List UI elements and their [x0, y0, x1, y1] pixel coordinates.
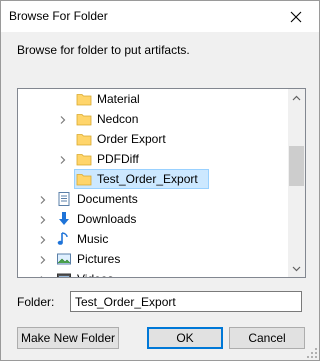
- pictures-icon: [56, 251, 72, 267]
- tree-item[interactable]: PDFDiff: [18, 149, 288, 169]
- tree-item-label: Music: [77, 232, 109, 246]
- resize-grip-icon[interactable]: [307, 348, 317, 358]
- tree-item[interactable]: Downloads: [18, 209, 288, 229]
- title-bar[interactable]: Browse For Folder: [1, 1, 319, 32]
- chevron-right-icon[interactable]: [38, 194, 48, 204]
- folder-icon: [76, 111, 92, 127]
- window-title: Browse For Folder: [9, 9, 108, 23]
- scroll-down-button[interactable]: [288, 260, 305, 277]
- chevron-right-icon[interactable]: [38, 274, 48, 277]
- tree-item[interactable]: Order Export: [18, 129, 288, 149]
- tree-item[interactable]: Pictures: [18, 249, 288, 269]
- chevron-right-icon[interactable]: [38, 214, 48, 224]
- folder-icon: [76, 171, 92, 187]
- tree-item-label: Pictures: [77, 252, 121, 266]
- videos-icon: [56, 271, 72, 277]
- browse-folder-dialog: Browse For Folder Browse for folder to p…: [0, 0, 320, 361]
- tree-item[interactable]: Test_Order_Export: [18, 169, 288, 189]
- make-new-folder-button[interactable]: Make New Folder: [17, 327, 119, 349]
- chevron-right-icon[interactable]: [58, 154, 68, 164]
- folder-label: Folder:: [17, 295, 55, 309]
- tree-item[interactable]: Nedcon: [18, 109, 288, 129]
- tree-item-label: Videos: [77, 272, 113, 277]
- chevron-right-icon[interactable]: [38, 254, 48, 264]
- vertical-scrollbar[interactable]: [288, 89, 305, 277]
- close-icon: [290, 11, 302, 22]
- documents-icon: [56, 191, 72, 207]
- folder-icon: [76, 131, 92, 147]
- folder-name-input[interactable]: [70, 291, 302, 312]
- cancel-button[interactable]: Cancel: [229, 327, 305, 349]
- close-button[interactable]: [273, 1, 319, 32]
- downloads-icon: [56, 211, 72, 227]
- folder-icon: [76, 151, 92, 167]
- tree-item-label: PDFDiff: [97, 152, 139, 166]
- chevron-right-icon[interactable]: [58, 114, 68, 124]
- folder-tree-rows: Material Nedcon Order Export PDFDiff Test_Or…: [18, 89, 288, 277]
- scrollbar-thumb[interactable]: [289, 146, 304, 186]
- scroll-up-button[interactable]: [288, 89, 305, 106]
- chevron-up-icon: [292, 95, 301, 100]
- tree-item[interactable]: Documents: [18, 189, 288, 209]
- tree-item-label: Test_Order_Export: [97, 172, 198, 186]
- tree-item-label: Downloads: [77, 212, 137, 226]
- tree-item-label: Order Export: [97, 132, 166, 146]
- chevron-down-icon: [292, 266, 301, 271]
- folder-tree[interactable]: Material Nedcon Order Export PDFDiff Test_Or…: [17, 88, 306, 278]
- folder-icon: [76, 91, 92, 107]
- tree-item-label: Material: [97, 92, 140, 106]
- tree-item[interactable]: Music: [18, 229, 288, 249]
- tree-item[interactable]: Videos: [18, 269, 288, 277]
- prompt-text: Browse for folder to put artifacts.: [17, 43, 190, 57]
- tree-item[interactable]: Material: [18, 89, 288, 109]
- tree-item-label: Documents: [77, 192, 138, 206]
- ok-button[interactable]: OK: [147, 327, 223, 349]
- music-icon: [56, 231, 72, 247]
- chevron-right-icon[interactable]: [38, 234, 48, 244]
- tree-item-label: Nedcon: [97, 112, 139, 126]
